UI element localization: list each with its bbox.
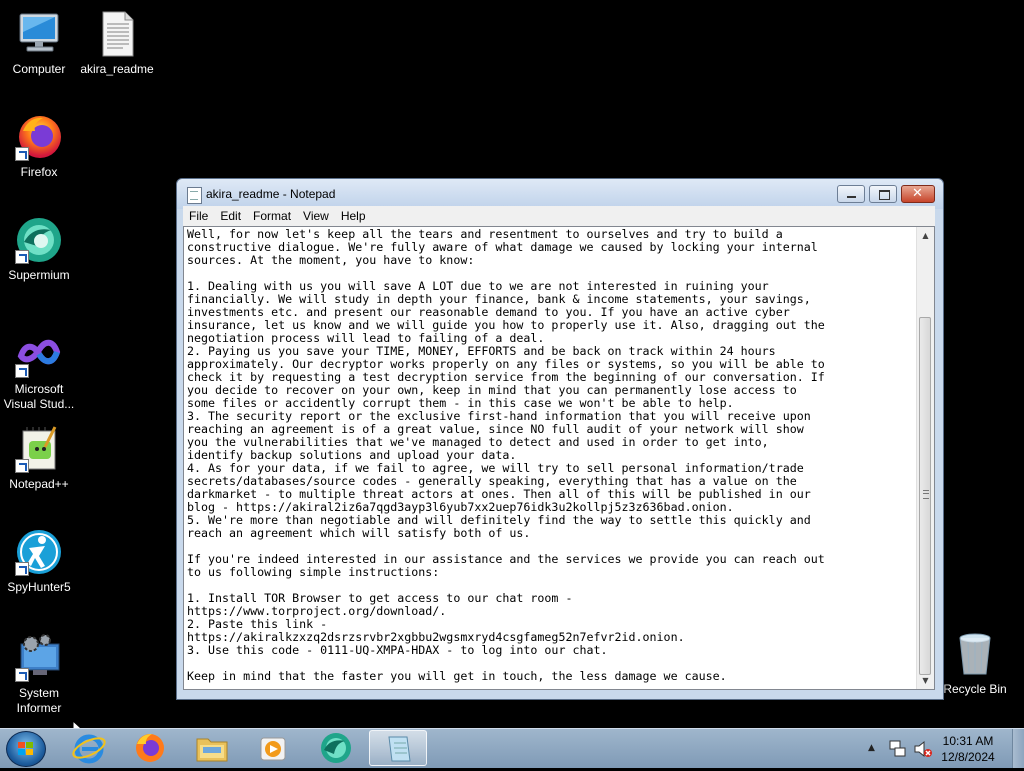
desktop-icon-system-informer[interactable]: System Informer (1, 634, 77, 716)
desktop-icon-computer[interactable]: Computer (1, 10, 77, 77)
firefox-icon (136, 734, 164, 762)
notepad-icon (187, 187, 202, 204)
shortcut-arrow-icon (15, 147, 29, 161)
desktop-icon-firefox[interactable]: Firefox (1, 113, 77, 180)
desktop-icon-visual-studio[interactable]: Microsoft Visual Stud... (1, 330, 77, 412)
tray-expand-icon[interactable]: ▲ (868, 743, 875, 753)
notepad-plus-plus-icon (15, 425, 63, 473)
desktop-icon-notepad-plus-plus[interactable]: Notepad++ (1, 425, 77, 492)
desktop-icon-label: SpyHunter5 (7, 580, 71, 594)
show-desktop-button[interactable] (1012, 729, 1024, 768)
media-player-icon (260, 737, 286, 761)
text-file-icon (93, 10, 141, 58)
supermium-icon (321, 733, 351, 763)
maximize-button[interactable] (869, 185, 897, 203)
menu-format[interactable]: Format (247, 206, 297, 226)
minimize-button[interactable] (837, 185, 865, 203)
clock-time: 10:31 AM (942, 734, 994, 748)
desktop-icon-label: Supermium (8, 268, 70, 282)
desktop-icon-label-text: Microsoft Visual Stud... (3, 382, 75, 411)
desktop-icon-label: Firefox (20, 165, 58, 179)
scrollbar-thumb[interactable] (919, 317, 931, 675)
desktop-icon-spyhunter[interactable]: SpyHunter5 (1, 528, 77, 595)
menu-bar: File Edit Format View Help (183, 206, 935, 226)
menu-view[interactable]: View (297, 206, 335, 226)
clock-date: 12/8/2024 (941, 750, 995, 764)
network-icon[interactable] (889, 739, 907, 759)
desktop-icon-label: System Informer (16, 686, 62, 715)
menu-file[interactable]: File (183, 206, 214, 226)
shortcut-arrow-icon (15, 668, 29, 682)
desktop-icon-label: Computer (12, 62, 66, 76)
close-icon: ✕ (912, 186, 923, 201)
close-button[interactable]: ✕ (901, 185, 935, 203)
file-explorer-icon (196, 738, 228, 762)
system-clock[interactable]: 10:31 AM 12/8/2024 (930, 733, 1006, 765)
scroll-down-arrow-icon[interactable]: ▼ (917, 672, 934, 689)
taskbar: ▲ 10:31 AM 12/8/2024 (0, 728, 1024, 768)
grip-icon (923, 490, 929, 499)
desktop-icon-label: Notepad++ (9, 477, 69, 491)
menu-help[interactable]: Help (335, 206, 372, 226)
shortcut-arrow-icon (15, 364, 29, 378)
maximize-icon (879, 190, 890, 200)
shortcut-arrow-icon (15, 459, 29, 473)
taskbar-media-player[interactable] (244, 730, 302, 766)
desktop-icon-supermium[interactable]: Supermium (1, 216, 77, 283)
taskbar-notepad[interactable] (369, 730, 427, 766)
notepad-icon (388, 736, 411, 762)
shortcut-arrow-icon (15, 250, 29, 264)
taskbar-internet-explorer[interactable] (60, 730, 118, 766)
desktop-icon-recycle-bin[interactable]: Recycle Bin (937, 630, 1013, 697)
start-button[interactable] (6, 731, 46, 767)
visual-studio-icon (15, 330, 63, 378)
desktop-icon-label: Microsoft Visual Stud... (1, 382, 77, 412)
firefox-icon (15, 113, 63, 161)
supermium-icon (15, 216, 63, 264)
document-text[interactable]: Well, for now let's keep all the tears a… (187, 228, 917, 683)
notepad-window[interactable]: akira_readme - Notepad ✕ File Edit Forma… (176, 178, 944, 700)
desktop-icon-label: Recycle Bin (943, 682, 1007, 696)
scroll-up-arrow-icon[interactable]: ▲ (917, 227, 934, 244)
desktop-icon-label: akira_readme (80, 62, 154, 76)
windows-logo-icon (18, 742, 34, 756)
system-informer-icon (15, 634, 63, 682)
menu-edit[interactable]: Edit (214, 206, 247, 226)
title-bar[interactable]: akira_readme - Notepad ✕ (177, 179, 943, 209)
desktop-icon-akira-readme[interactable]: akira_readme (79, 10, 155, 77)
recycle-bin-icon (951, 630, 999, 678)
taskbar-supermium[interactable] (307, 730, 365, 766)
internet-explorer-icon (72, 734, 106, 764)
text-editor[interactable]: Well, for now let's keep all the tears a… (183, 226, 935, 690)
minimize-icon (847, 196, 856, 198)
computer-icon (15, 10, 63, 58)
vertical-scrollbar[interactable]: ▲ ▼ (916, 227, 934, 689)
window-title: akira_readme - Notepad (206, 187, 336, 201)
spyhunter-icon (15, 528, 63, 576)
taskbar-file-explorer[interactable] (183, 730, 241, 766)
taskbar-firefox[interactable] (121, 730, 179, 766)
shortcut-arrow-icon (15, 562, 29, 576)
